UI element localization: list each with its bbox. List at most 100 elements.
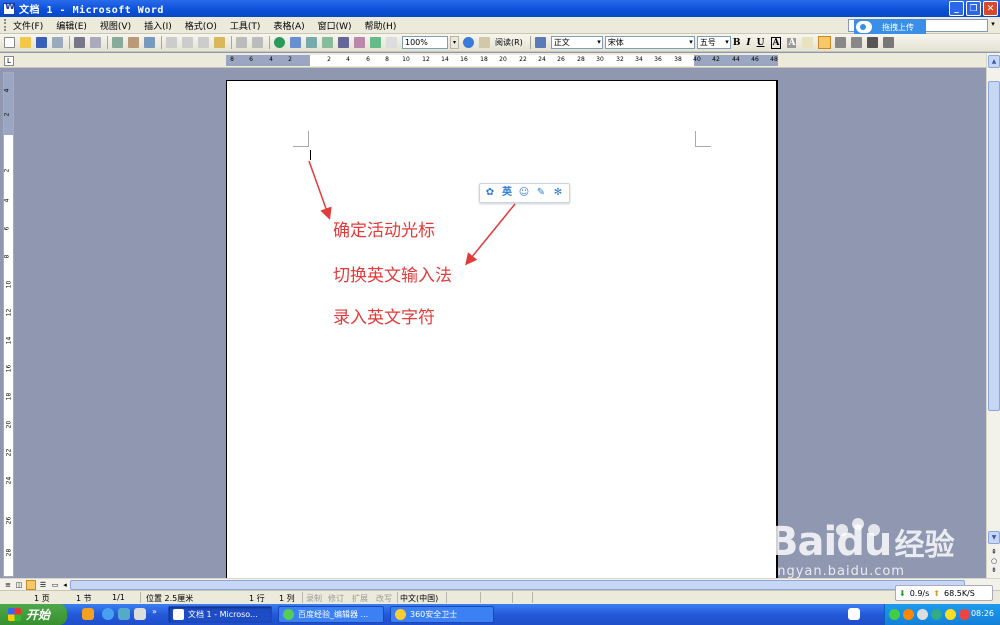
align-justify-button[interactable]	[818, 36, 832, 49]
status-track-changes[interactable]: 修订	[328, 593, 344, 604]
save-icon[interactable]	[36, 37, 47, 48]
quicklaunch-icon[interactable]	[134, 608, 146, 620]
ime-mode-toggle[interactable]: 英	[501, 187, 513, 199]
reading-view-icon[interactable]: ▭	[50, 580, 60, 590]
line-spacing-icon[interactable]	[883, 37, 895, 48]
tray-icon[interactable]	[945, 609, 956, 620]
smile-icon[interactable]: ☺	[518, 187, 530, 199]
web-view-icon[interactable]: ◫	[14, 580, 24, 590]
gear-icon[interactable]: ✻	[552, 187, 564, 199]
status-language[interactable]: 中文(中国)	[400, 593, 438, 604]
format-painter-icon[interactable]	[214, 37, 225, 48]
menu-table[interactable]: 表格(A)	[273, 19, 304, 32]
bold-button[interactable]: B	[733, 38, 741, 48]
tab-stop-selector[interactable]: L	[4, 56, 14, 66]
scroll-left-button[interactable]: ◂	[60, 580, 70, 590]
horizontal-scrollbar[interactable]: ≡ ◫ ☰ ▭ ◂	[0, 578, 1000, 590]
insert-excel-icon[interactable]	[322, 37, 333, 48]
distributed-align-icon[interactable]	[867, 37, 879, 48]
open-folder-icon[interactable]	[20, 37, 31, 48]
vertical-scrollbar[interactable]: ▲ ▼ ⇞ ○ ⇟	[986, 53, 1000, 578]
hyperlink-icon[interactable]	[274, 37, 285, 48]
document-page[interactable]: ✿ 英 ☺ ✎ ✻ 确定活动光标 切换英文输入法 录入英文字符	[226, 80, 778, 590]
tray-icon[interactable]	[959, 609, 970, 620]
undo-icon[interactable]	[236, 37, 247, 48]
task-browser[interactable]: 百度经验_编辑器 ...	[278, 606, 384, 623]
drawing-icon[interactable]	[354, 37, 365, 48]
style-select[interactable]: 正文	[550, 36, 603, 49]
status-overtype[interactable]: 改写	[376, 593, 392, 604]
start-button[interactable]: 开始	[0, 604, 67, 625]
menubar-grip[interactable]	[4, 19, 7, 31]
character-shading-button[interactable]: A	[787, 37, 797, 48]
tray-icon[interactable]	[889, 609, 900, 620]
spelling-icon[interactable]	[112, 37, 123, 48]
task-word[interactable]: 文档 1 - Microso...	[168, 606, 272, 623]
tray-icon[interactable]	[917, 609, 928, 620]
tray-icon[interactable]	[931, 609, 942, 620]
document-map-icon[interactable]	[370, 37, 381, 48]
copy-icon[interactable]	[182, 37, 193, 48]
permission-icon[interactable]	[52, 37, 63, 48]
ie-icon[interactable]	[102, 608, 114, 620]
chevron-down-icon[interactable]: ▾	[988, 19, 998, 32]
menu-window[interactable]: 窗口(W)	[318, 19, 352, 32]
chevron-down-icon[interactable]: ▾	[450, 36, 459, 49]
outline-view-icon[interactable]: ☰	[38, 580, 48, 590]
horizontal-scroll-thumb[interactable]	[70, 580, 965, 590]
quicklaunch-more-icon[interactable]: »	[152, 607, 157, 616]
status-extend[interactable]: 扩展	[352, 593, 368, 604]
close-button[interactable]: ✕	[983, 1, 998, 16]
restore-button[interactable]: ❐	[966, 1, 981, 16]
read-mode-button[interactable]: 阅读(R)	[495, 37, 523, 48]
task-360[interactable]: 360安全卫士	[390, 606, 494, 623]
font-size-select[interactable]: 五号	[696, 36, 731, 49]
paste-icon[interactable]	[198, 37, 209, 48]
tables-borders-icon[interactable]	[290, 37, 301, 48]
read-mode-icon[interactable]	[479, 37, 490, 48]
vertical-scroll-thumb[interactable]	[988, 81, 1000, 411]
redo-icon[interactable]	[252, 37, 263, 48]
help-icon[interactable]	[463, 37, 474, 48]
quicklaunch-icon[interactable]	[118, 608, 130, 620]
print-icon[interactable]	[74, 37, 85, 48]
quicklaunch-icon[interactable]	[82, 608, 94, 620]
styles-pane-icon[interactable]	[534, 37, 546, 48]
status-record[interactable]: 录制	[306, 593, 322, 604]
menu-help[interactable]: 帮助(H)	[365, 19, 397, 32]
menu-edit[interactable]: 编辑(E)	[56, 19, 87, 32]
research-icon[interactable]	[128, 37, 139, 48]
underline-button[interactable]: U	[757, 38, 765, 48]
word-app-icon[interactable]	[3, 2, 15, 15]
scroll-down-button[interactable]: ▼	[988, 531, 1000, 544]
menu-format[interactable]: 格式(O)	[185, 19, 217, 32]
new-document-icon[interactable]	[4, 37, 15, 48]
horizontal-ruler[interactable]: 8 6 4 2 2 4 6 8 10 12 14 16 18 20 22 24 …	[226, 55, 778, 66]
align-right-icon[interactable]	[851, 37, 863, 48]
minimize-button[interactable]: _	[949, 1, 964, 16]
insert-table-icon[interactable]	[306, 37, 317, 48]
phonetic-guide-icon[interactable]	[802, 37, 814, 48]
align-center-icon[interactable]	[835, 37, 847, 48]
normal-view-icon[interactable]: ≡	[3, 580, 13, 590]
print-layout-icon[interactable]	[26, 580, 36, 590]
menu-view[interactable]: 视图(V)	[100, 19, 131, 32]
columns-icon[interactable]	[338, 37, 349, 48]
clock[interactable]: 08:26	[971, 609, 994, 618]
cut-icon[interactable]	[166, 37, 177, 48]
show-hide-icon[interactable]	[386, 37, 397, 48]
print-preview-icon[interactable]	[90, 37, 101, 48]
menu-tools[interactable]: 工具(T)	[230, 19, 261, 32]
tray-icon[interactable]	[903, 609, 914, 620]
vertical-ruler[interactable]: 4 2 2 4 6 8 10 12 14 16 18 20 22 24 26 2…	[3, 72, 14, 577]
ime-tray-icon[interactable]	[848, 608, 860, 620]
pen-icon[interactable]: ✎	[535, 187, 547, 199]
menu-file[interactable]: 文件(F)	[13, 19, 43, 32]
next-page-icon[interactable]: ⇟	[989, 565, 999, 575]
font-select[interactable]: 宋体	[604, 36, 695, 49]
scroll-up-button[interactable]: ▲	[988, 55, 1000, 68]
network-speed-widget[interactable]: ⬇ 0.9/s ⬆ 68.5K/S	[895, 585, 993, 601]
character-border-button[interactable]: A	[770, 36, 782, 49]
italic-button[interactable]: I	[746, 38, 750, 48]
zoom-field[interactable]: 100%	[402, 36, 448, 49]
